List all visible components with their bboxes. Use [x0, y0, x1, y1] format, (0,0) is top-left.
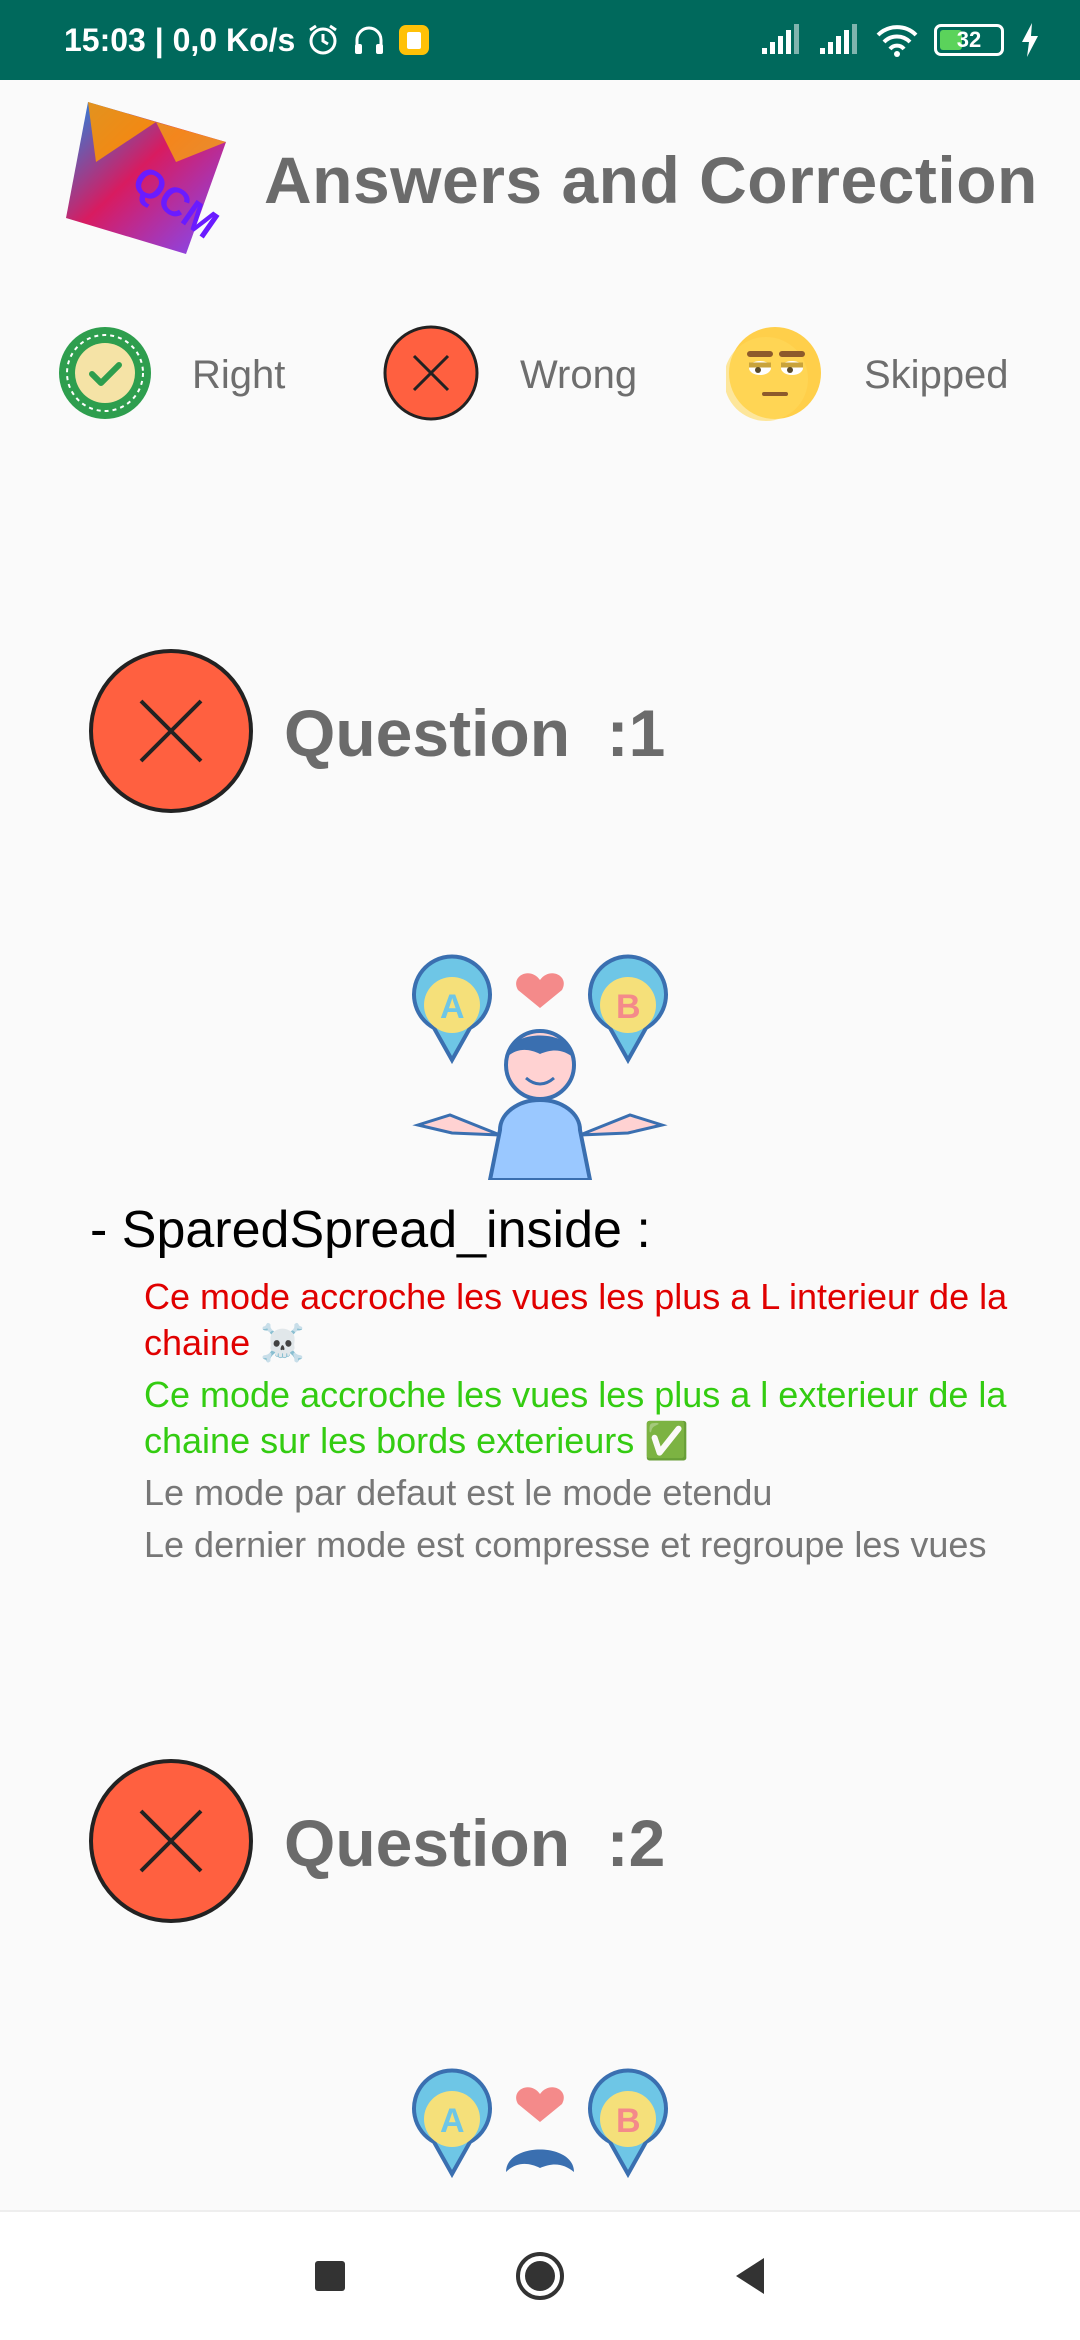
legend-right: Right — [56, 320, 285, 430]
status-left: 15:03 | 0,0 Ko/s — [64, 22, 431, 59]
person-choice-illustration: A B — [410, 950, 670, 1182]
battery-icon: 32 — [934, 24, 1004, 56]
notification-icon — [397, 23, 431, 57]
question-header-1: Question :1 — [88, 648, 665, 818]
answer-line-neutral: Le mode par defaut est le mode etendu — [144, 1472, 773, 1513]
status-bar: 15:03 | 0,0 Ko/s 32 — [0, 0, 1080, 80]
answer-title: - SparedSpread_inside : — [90, 1201, 651, 1259]
answer-lines: Ce mode accroche les vues les plus a L i… — [144, 1274, 1010, 1568]
option-b-label: B — [616, 988, 641, 1026]
back-icon[interactable] — [720, 2246, 780, 2306]
status-right: 32 — [760, 23, 1040, 57]
headset-icon — [351, 22, 387, 58]
answer-line-neutral: Le dernier mode est compresse et regroup… — [144, 1524, 987, 1565]
page-title: Answers and Correction — [264, 143, 1038, 217]
legend-skipped-label: Skipped — [864, 352, 1009, 397]
right-badge-icon — [56, 324, 154, 427]
qcm-logo: QCM — [66, 102, 236, 262]
recent-apps-icon[interactable] — [300, 2246, 360, 2306]
signal-icon — [760, 24, 802, 56]
legend-wrong-label: Wrong — [520, 352, 638, 397]
wrong-status-icon — [88, 1758, 254, 1929]
legend-right-label: Right — [192, 352, 286, 397]
wrong-badge-icon — [382, 324, 480, 427]
question-label: Question :2 — [284, 1806, 666, 1880]
answer-block-1: - SparedSpread_inside : Ce mode accroche… — [90, 1200, 1010, 1574]
alarm-icon — [305, 22, 341, 58]
wifi-icon — [876, 23, 918, 57]
system-nav-bar — [0, 2210, 1080, 2340]
answer-line-wrong: Ce mode accroche les vues les plus a L i… — [144, 1276, 1008, 1363]
home-icon[interactable] — [510, 2246, 570, 2306]
question-label: Question :1 — [284, 696, 666, 770]
status-time-speed: 15:03 | 0,0 Ko/s — [64, 21, 296, 58]
question-header-2: Question :2 — [88, 1758, 665, 1928]
option-a-label: A — [440, 988, 465, 1026]
battery-level: 32 — [956, 27, 982, 52]
legend-skipped: Skipped — [724, 320, 1009, 430]
answer-line-right: Ce mode accroche les vues les plus a l e… — [144, 1374, 1007, 1461]
wrong-status-icon — [88, 648, 254, 819]
skipped-face-icon — [724, 324, 824, 427]
svg-text:A: A — [440, 2102, 465, 2140]
charging-icon — [1020, 23, 1040, 57]
signal-icon — [818, 24, 860, 56]
legend-wrong: Wrong — [382, 320, 637, 430]
app-header: QCM Answers and Correction — [0, 80, 1080, 280]
svg-text:B: B — [616, 2102, 641, 2140]
legend: Right Wrong Skipped — [0, 320, 1080, 430]
